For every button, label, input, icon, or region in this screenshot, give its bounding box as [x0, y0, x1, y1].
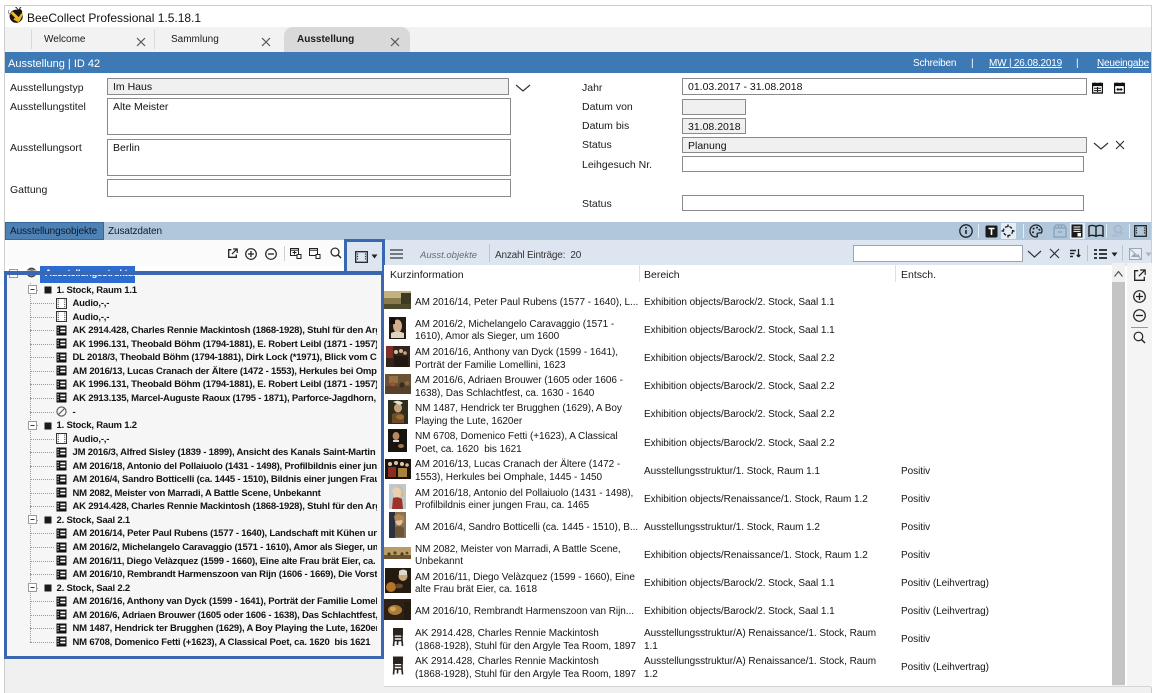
svg-text:abc: abc — [1112, 233, 1121, 238]
